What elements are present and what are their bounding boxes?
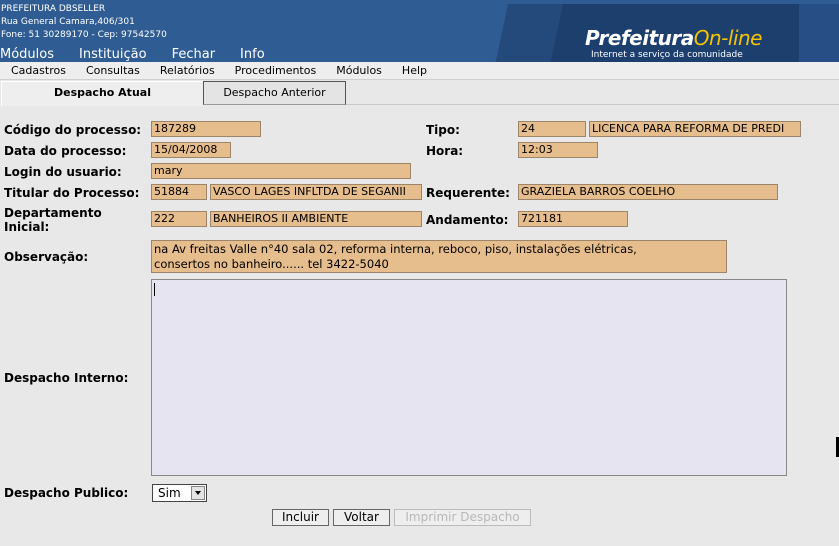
logo-tagline: Internet a serviço da comunidade [591,50,743,60]
incluir-button[interactable]: Incluir [272,509,329,526]
header-banner: PREFEITURA DBSELLER Rua General Camara,4… [0,0,839,62]
voltar-button[interactable]: Voltar [333,509,390,526]
codigo-field[interactable]: 187289 [151,121,261,137]
andamento-label: Andamento: [426,213,509,227]
tab-despacho-atual[interactable]: Despacho Atual [1,81,203,106]
requerente-label: Requerente: [426,186,510,200]
tipo-desc-field[interactable]: LICENCA PARA REFORMA DE PREDI [589,121,801,137]
submenu-procedimentos[interactable]: Procedimentos [235,62,317,79]
observacao-line-1: na Av freitas Valle n°40 sala 02, reform… [154,242,637,256]
brand-stripe [495,4,563,62]
org-contact: Fone: 51 30289170 - Cep: 97542570 [1,30,167,40]
hora-field[interactable]: 12:03 [518,142,598,158]
menu-fechar[interactable]: Fechar [172,47,215,62]
despacho-interno-textarea[interactable] [151,279,787,476]
menu-instituicao[interactable]: Instituição [79,47,147,62]
login-label: Login do usuario: [4,165,122,179]
login-field[interactable]: mary [151,163,411,179]
sub-menu: Cadastros Consultas Relatórios Procedime… [0,62,839,80]
departamento-name-field[interactable]: BANHEIROS II AMBIENTE [210,211,422,227]
menu-modulos[interactable]: Módulos [0,47,54,62]
titular-code-field[interactable]: 51884 [151,184,207,200]
data-label: Data do processo: [4,144,127,158]
despacho-publico-value: Sim [158,486,181,500]
submenu-help[interactable]: Help [402,62,427,79]
submenu-modulos[interactable]: Módulos [336,62,382,79]
prefeitura-online-logo: PrefeituraOn-line [585,26,762,50]
tab-despacho-anterior[interactable]: Despacho Anterior [203,81,346,105]
observacao-label: Observação: [4,250,89,264]
observacao-line-2: consertos no banheiro...... tel 3422-504… [154,257,389,271]
brand-stripe-right [799,4,839,62]
brand-panel: PrefeituraOn-line Internet a serviço da … [495,4,839,62]
departamento-code-field[interactable]: 222 [151,211,207,227]
despacho-publico-select[interactable]: Sim [152,484,207,502]
titular-label: Titular do Processo: [4,186,140,200]
hora-label: Hora: [426,144,464,158]
app-window: PREFEITURA DBSELLER Rua General Camara,4… [0,0,839,546]
departamento-label-2: Inicial: [4,220,50,234]
andamento-field[interactable]: 721181 [518,211,628,227]
org-address: Rua General Camara,406/301 [1,17,135,27]
data-field[interactable]: 15/04/2008 [151,142,231,158]
departamento-label: Departamento [4,206,102,220]
despacho-publico-label: Despacho Publico: [4,486,129,500]
tipo-code-field[interactable]: 24 [518,121,586,137]
despacho-interno-label: Despacho Interno: [4,371,129,385]
submenu-cadastros[interactable]: Cadastros [11,62,66,79]
organization-info: PREFEITURA DBSELLER Rua General Camara,4… [1,3,167,42]
tab-divider [346,104,839,105]
menu-info[interactable]: Info [240,47,265,62]
submenu-relatorios[interactable]: Relatórios [160,62,215,79]
org-name: PREFEITURA DBSELLER [1,4,106,14]
imprimir-despacho-button[interactable]: Imprimir Despacho [394,509,531,526]
tipo-label: Tipo: [426,123,460,137]
submenu-consultas[interactable]: Consultas [86,62,140,79]
requerente-field[interactable]: GRAZIELA BARROS COELHO [518,184,778,200]
codigo-label: Código do processo: [4,123,142,137]
observacao-field[interactable]: na Av freitas Valle n°40 sala 02, reform… [151,240,727,273]
main-menu: Módulos Instituição Fechar Info [0,47,290,62]
chevron-down-icon[interactable] [191,486,205,500]
text-caret [154,283,155,296]
titular-name-field[interactable]: VASCO LAGES INFLTDA DE SEGANII [210,184,422,200]
